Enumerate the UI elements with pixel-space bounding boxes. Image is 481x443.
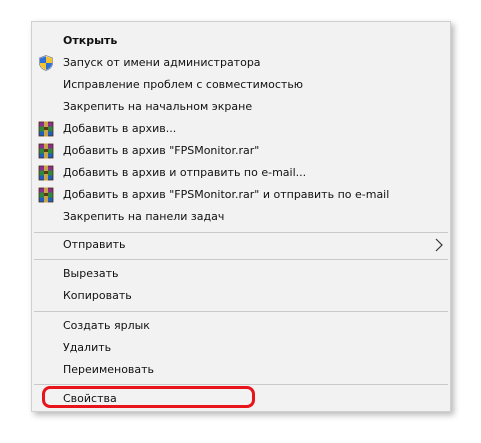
- menu-item-label: Добавить в архив "FPSMonitor.rar": [63, 144, 260, 157]
- menu-separator: [34, 232, 448, 233]
- properties-highlight-outline: [42, 386, 255, 408]
- menu-item-create-shortcut[interactable]: Создать ярлык: [33, 315, 449, 337]
- menu-item-label: Создать ярлык: [63, 319, 150, 332]
- menu-item-copy[interactable]: Копировать: [33, 285, 449, 307]
- menu-item-named-archive-and-email[interactable]: Добавить в архив "FPSMonitor.rar" и отпр…: [33, 184, 449, 206]
- menu-item-rename[interactable]: Переименовать: [33, 359, 449, 381]
- menu-separator: [34, 311, 448, 312]
- menu-item-label: Вырезать: [63, 267, 119, 280]
- menu-item-pin-to-start[interactable]: Закрепить на начальном экране: [33, 96, 449, 118]
- menu-separator: [34, 259, 448, 260]
- menu-item-delete[interactable]: Удалить: [33, 337, 449, 359]
- menu-item-open[interactable]: Открыть: [33, 30, 449, 52]
- chevron-right-icon: [435, 238, 443, 252]
- menu-item-label: Добавить в архив и отправить по e-mail..…: [63, 166, 307, 179]
- menu-item-label: Добавить в архив "FPSMonitor.rar" и отпр…: [63, 188, 390, 201]
- winrar-icon: [38, 165, 54, 181]
- winrar-icon: [38, 143, 54, 159]
- menu-item-label: Удалить: [63, 341, 112, 354]
- menu-item-cut[interactable]: Вырезать: [33, 263, 449, 285]
- menu-item-label: Открыть: [63, 34, 118, 47]
- menu-item-archive-and-email[interactable]: Добавить в архив и отправить по e-mail..…: [33, 162, 449, 184]
- menu-separator: [34, 384, 448, 385]
- menu-item-pin-to-taskbar[interactable]: Закрепить на панели задач: [33, 206, 449, 228]
- menu-item-label: Отправить: [63, 238, 126, 251]
- menu-item-label: Добавить в архив...: [63, 122, 177, 135]
- menu-item-label: Закрепить на начальном экране: [63, 100, 253, 113]
- menu-item-label: Переименовать: [63, 363, 155, 376]
- winrar-icon: [38, 121, 54, 137]
- menu-item-label: Исправление проблем с совместимостью: [63, 78, 304, 91]
- menu-item-add-to-archive[interactable]: Добавить в архив...: [33, 118, 449, 140]
- winrar-icon: [38, 187, 54, 203]
- menu-item-send-to[interactable]: Отправить: [33, 234, 449, 256]
- menu-item-troubleshoot-compatibility[interactable]: Исправление проблем с совместимостью: [33, 74, 449, 96]
- uac-shield-icon: [39, 55, 53, 71]
- menu-item-label: Запуск от имени администратора: [63, 56, 261, 69]
- context-menu: Открыть Запуск от имени администратора И…: [31, 21, 451, 412]
- menu-item-label: Копировать: [63, 289, 132, 302]
- menu-item-label: Закрепить на панели задач: [63, 210, 225, 223]
- menu-item-add-to-named-archive[interactable]: Добавить в архив "FPSMonitor.rar": [33, 140, 449, 162]
- menu-item-run-as-admin[interactable]: Запуск от имени администратора: [33, 52, 449, 74]
